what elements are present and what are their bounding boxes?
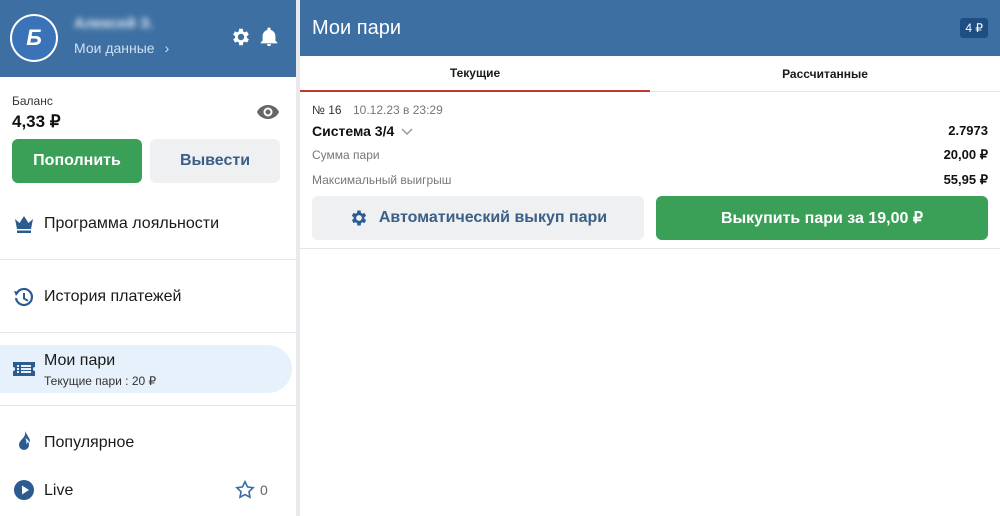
sidebar-item-label: Программа лояльности bbox=[44, 215, 220, 232]
main-header: Мои пари 4 ₽ bbox=[300, 0, 1000, 56]
bet-type-toggle[interactable]: Система 3/4 bbox=[312, 123, 414, 139]
auto-cashout-button[interactable]: Автоматический выкуп пари bbox=[312, 196, 644, 240]
bet-date: 10.12.23 в 23:29 bbox=[353, 103, 443, 117]
user-name: Алексей З. bbox=[74, 15, 154, 32]
divider bbox=[0, 405, 296, 406]
balance-value: 4,33 ₽ bbox=[12, 112, 61, 131]
brand-logo-icon: Б bbox=[12, 16, 56, 60]
my-bets-subtitle: Текущие пари : 20 ₽ bbox=[44, 374, 157, 388]
avatar-letter: Б bbox=[26, 25, 42, 50]
gear-icon[interactable] bbox=[230, 26, 252, 48]
bet-number: № 16 bbox=[312, 103, 342, 117]
flame-icon bbox=[19, 431, 30, 450]
main-panel: Мои пари 4 ₽ Текущие Рассчитанные № 16 1… bbox=[300, 0, 1000, 516]
my-data-link[interactable]: Мои данные › bbox=[74, 40, 169, 56]
cashout-button[interactable]: Выкупить пари за 19,00 ₽ bbox=[656, 196, 988, 240]
sidebar-item-loyalty[interactable]: Программа лояльности bbox=[0, 204, 296, 244]
sidebar-item-label: Популярное bbox=[44, 434, 135, 451]
bet-odds: 2.7973 bbox=[948, 123, 988, 138]
sidebar-item-payments[interactable]: История платежей bbox=[0, 277, 296, 317]
bet-type: Система 3/4 bbox=[312, 123, 395, 139]
my-data-label: Мои данные bbox=[74, 40, 155, 56]
sidebar-item-label: Мои пари bbox=[44, 352, 116, 369]
tab-current[interactable]: Текущие bbox=[300, 56, 650, 92]
balance-label: Баланс bbox=[12, 94, 53, 108]
sidebar-item-label: Live bbox=[44, 482, 74, 499]
divider bbox=[0, 332, 296, 333]
stake-label: Сумма пари bbox=[312, 148, 380, 162]
divider bbox=[300, 248, 1000, 249]
ticket-icon bbox=[13, 362, 35, 376]
crown-icon bbox=[15, 216, 33, 233]
avatar[interactable]: Б bbox=[10, 14, 58, 62]
eye-icon[interactable] bbox=[256, 102, 280, 122]
max-win-label: Максимальный выигрыш bbox=[312, 173, 452, 187]
gear-icon bbox=[351, 210, 367, 226]
withdraw-button[interactable]: Вывести bbox=[150, 139, 280, 183]
sidebar-item-popular[interactable]: Популярное bbox=[0, 423, 296, 463]
chevron-right-icon: › bbox=[164, 40, 170, 56]
tab-settled[interactable]: Рассчитанные bbox=[650, 56, 1000, 92]
star-icon[interactable] bbox=[234, 479, 256, 501]
profile-header: Б Алексей З. Мои данные › bbox=[0, 0, 296, 77]
stake-value: 20,00 ₽ bbox=[943, 147, 988, 162]
topup-button[interactable]: Пополнить bbox=[12, 139, 142, 183]
history-icon bbox=[14, 287, 33, 307]
live-favorites-count: 0 bbox=[260, 482, 268, 498]
chevron-down-icon bbox=[401, 128, 413, 136]
bell-icon[interactable] bbox=[258, 26, 280, 48]
play-icon bbox=[14, 480, 34, 500]
divider bbox=[0, 259, 296, 260]
max-win-value: 55,95 ₽ bbox=[943, 172, 988, 187]
auto-cashout-label: Автоматический выкуп пари bbox=[378, 209, 608, 226]
sidebar-item-label: История платежей bbox=[44, 288, 182, 305]
sidebar: Б Алексей З. Мои данные › Баланс 4,33 ₽ … bbox=[0, 0, 296, 516]
count-badge: 4 ₽ bbox=[960, 18, 988, 38]
page-title: Мои пари bbox=[312, 17, 401, 39]
